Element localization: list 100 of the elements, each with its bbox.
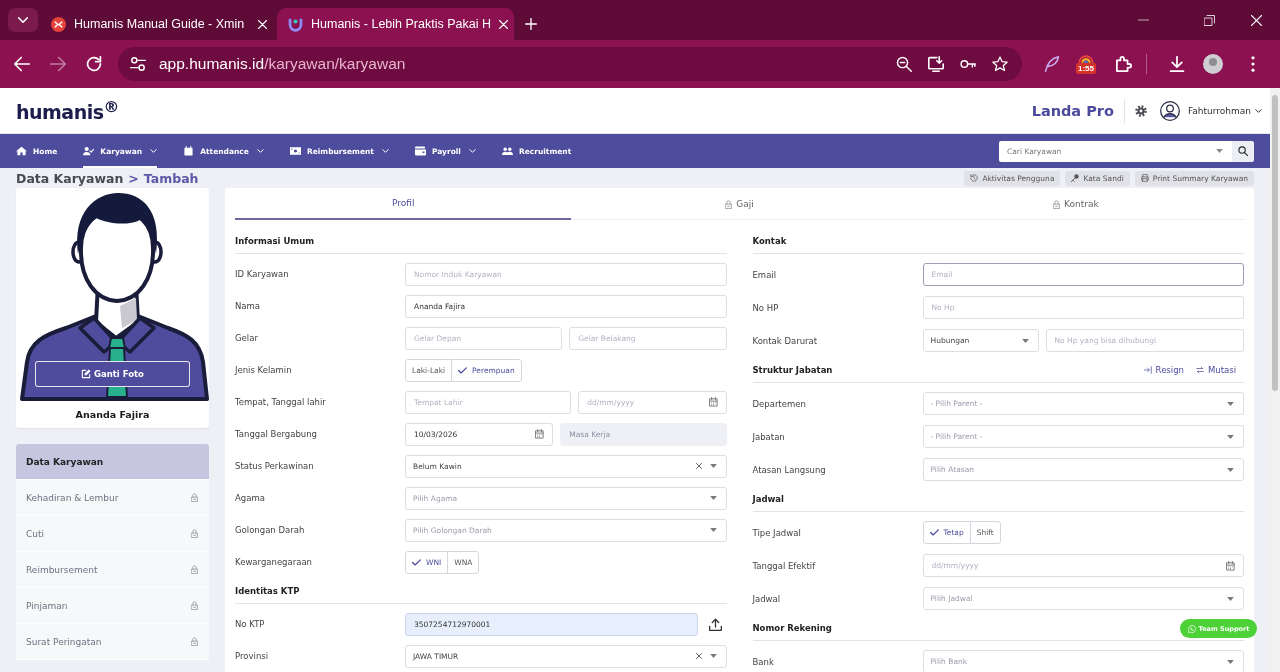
wallet-icon (414, 146, 426, 156)
caret-icon (709, 654, 717, 658)
section-title: Kontak (752, 235, 787, 246)
field-label: Atasan Langsung (752, 464, 827, 475)
field-label: Nama (235, 301, 262, 311)
side-menu-item[interactable]: Surat Peringatan (16, 624, 209, 660)
side-menu-item[interactable]: Data Karyawan (16, 444, 209, 480)
caret-icon (1227, 434, 1234, 439)
section-action-link[interactable]: Resign (1143, 364, 1184, 375)
settings-icon[interactable] (1134, 104, 1147, 117)
form-tab[interactable]: Gaji (571, 188, 908, 220)
check-icon (929, 529, 939, 536)
lock-icon (191, 601, 198, 610)
extensions-icon[interactable] (1116, 56, 1132, 72)
calendar-icon[interactable] (708, 397, 718, 407)
chevron-down-icon (381, 149, 389, 153)
section-title: Informasi Umum (235, 235, 315, 246)
clear-icon[interactable] (695, 463, 702, 469)
caret-icon (1021, 338, 1029, 343)
banknote-icon (289, 146, 301, 156)
field-label: Tanggal Bergabung (235, 429, 319, 439)
site-favicon-icon (288, 16, 303, 32)
breadcrumb-link[interactable]: Data Karyawan (16, 170, 124, 186)
lock-icon (725, 199, 733, 209)
caret-icon (1227, 467, 1234, 472)
bookmark-star-icon[interactable] (992, 56, 1008, 72)
chat-phone-icon (1187, 624, 1196, 633)
field-label: Jenis Kelamin (235, 365, 293, 375)
logo[interactable]: humanis$^{®}$ (16, 97, 119, 124)
clear-icon[interactable] (695, 653, 702, 659)
back-arrow-icon[interactable] (14, 56, 30, 72)
section-title: Struktur Jabatan (752, 364, 833, 375)
section-action-link[interactable]: Mutasi (1195, 364, 1236, 375)
scrollbar-thumb[interactable] (1272, 95, 1278, 391)
breadcrumb-separator: > (128, 170, 139, 186)
close-window-icon[interactable] (1251, 14, 1262, 26)
upload-icon[interactable] (708, 617, 722, 631)
feather-icon[interactable] (1044, 56, 1060, 72)
home-icon (16, 146, 27, 156)
restore-icon[interactable] (1204, 14, 1215, 26)
history-icon (970, 174, 979, 182)
caret-icon (709, 464, 717, 468)
close-tab-icon[interactable] (498, 19, 508, 29)
field-label: Tanggal Efektif (752, 560, 817, 571)
rainbow-icon[interactable] (1078, 54, 1094, 63)
field-label: Agama (235, 493, 266, 503)
exit-arrow-icon (1143, 365, 1152, 374)
field-label: ID Karyawan (235, 269, 290, 279)
profile-avatar-icon[interactable] (1203, 54, 1223, 74)
more-menu-icon[interactable] (1251, 56, 1255, 72)
field-label: No KTP (235, 619, 266, 629)
field-label: Departemen (752, 398, 807, 409)
chevron-down-icon[interactable] (1255, 108, 1262, 113)
browser-tab[interactable]: Humanis - Lebih Praktis Pakai H (277, 8, 514, 40)
field-label: Tempat, Tanggal lahir (235, 397, 327, 407)
section-title: Jadwal (752, 493, 784, 504)
field-label: Kontak Darurat (752, 335, 819, 346)
url-text[interactable]: app.humanis.id/karyawan/karyawan (159, 55, 406, 73)
change-photo-button[interactable]: Ganti Foto (35, 361, 190, 387)
field-label: Golongan Darah (235, 525, 306, 535)
lock-icon (191, 637, 198, 646)
calendar-icon[interactable] (1226, 560, 1235, 571)
site-settings-icon[interactable] (130, 56, 146, 72)
swap-arrows-icon (1195, 365, 1204, 374)
install-app-icon[interactable] (928, 56, 944, 72)
user-check-icon (83, 146, 95, 156)
tab-search-button[interactable] (8, 8, 38, 32)
new-tab-icon[interactable] (525, 18, 537, 30)
side-menu-item[interactable]: Cuti (16, 516, 209, 552)
check-icon (412, 558, 421, 566)
form-tab[interactable]: Profil (235, 188, 572, 220)
search-button[interactable] (1232, 140, 1254, 162)
caret-icon (709, 528, 717, 532)
download-icon[interactable] (1169, 56, 1185, 72)
side-menu-item[interactable]: Pinjaman (16, 588, 209, 624)
field-label: Jabatan (752, 431, 786, 442)
side-menu-item[interactable]: Reimbursement (16, 552, 209, 588)
close-tab-icon[interactable] (258, 19, 267, 29)
browser-tab[interactable]: Humanis Manual Guide - Xmin (40, 8, 277, 40)
caret-icon (709, 496, 717, 500)
site-favicon-icon (51, 16, 66, 32)
calendar-icon[interactable] (535, 429, 545, 439)
forward-arrow-icon[interactable] (50, 56, 66, 72)
lock-icon (1053, 199, 1060, 209)
address-bar[interactable]: app.humanis.id/karyawan/karyawan (118, 47, 1022, 81)
user-menu[interactable]: Fahturrohman (1187, 105, 1251, 116)
key-icon (1071, 174, 1080, 182)
zoom-out-icon[interactable] (896, 56, 912, 72)
chevron-down-icon (256, 149, 264, 153)
reload-icon[interactable] (86, 56, 102, 72)
section-title: Nomor Rekening (752, 622, 832, 633)
caret-icon (1227, 596, 1234, 601)
edit-icon (81, 369, 92, 379)
lock-icon (191, 565, 198, 574)
form-tab[interactable]: Kontrak (907, 188, 1244, 220)
field-label: Email (752, 269, 778, 280)
field-label: Gelar (235, 333, 259, 343)
field-label: Kewarganegaraan (235, 557, 313, 567)
side-menu-item[interactable]: Kehadiran & Lembur (16, 480, 209, 516)
search-icon (1238, 146, 1248, 156)
